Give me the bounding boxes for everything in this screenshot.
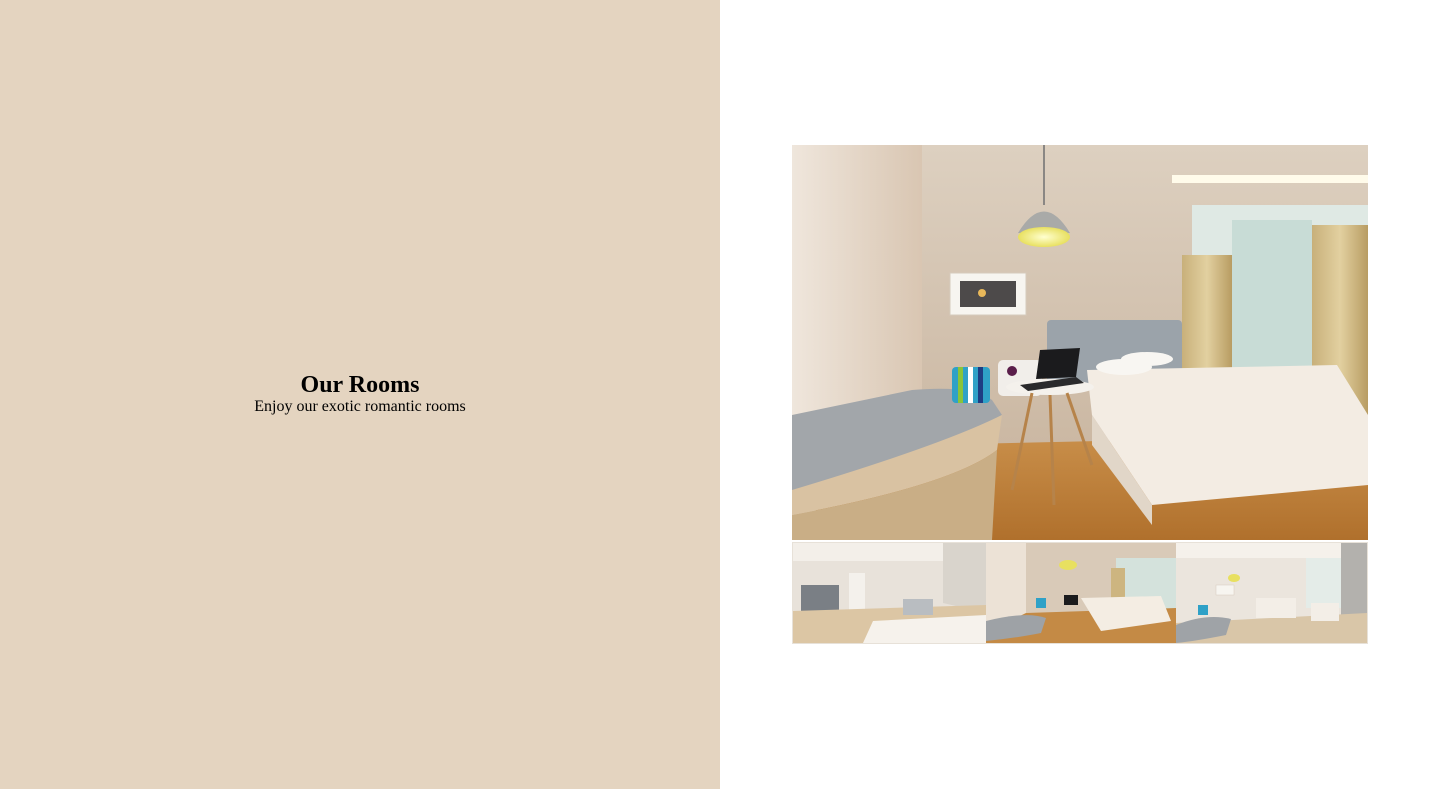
rooms-intro: Our Rooms Enjoy our exotic romantic room… [254, 372, 466, 416]
thumbnail-1[interactable] [793, 543, 986, 643]
section-title: Our Rooms [300, 371, 420, 398]
section-subtitle: Enjoy our exotic romantic rooms [254, 397, 466, 415]
rooms-gallery-panel [720, 0, 1440, 789]
thumbnail-2[interactable] [986, 543, 1176, 643]
thumbnail-3[interactable] [1176, 543, 1367, 643]
hotel-room-thumbnail-2 [986, 543, 1176, 643]
thumbnail-strip [792, 542, 1368, 644]
rooms-page: Our Rooms Enjoy our exotic romantic room… [0, 0, 1440, 789]
room-gallery [792, 145, 1368, 644]
rooms-intro-panel: Our Rooms Enjoy our exotic romantic room… [0, 0, 720, 789]
hotel-room-thumbnail-3 [1176, 543, 1367, 643]
hotel-room-thumbnail-1 [793, 543, 986, 643]
hotel-room-photo [792, 145, 1368, 540]
main-room-photo[interactable] [792, 145, 1368, 540]
